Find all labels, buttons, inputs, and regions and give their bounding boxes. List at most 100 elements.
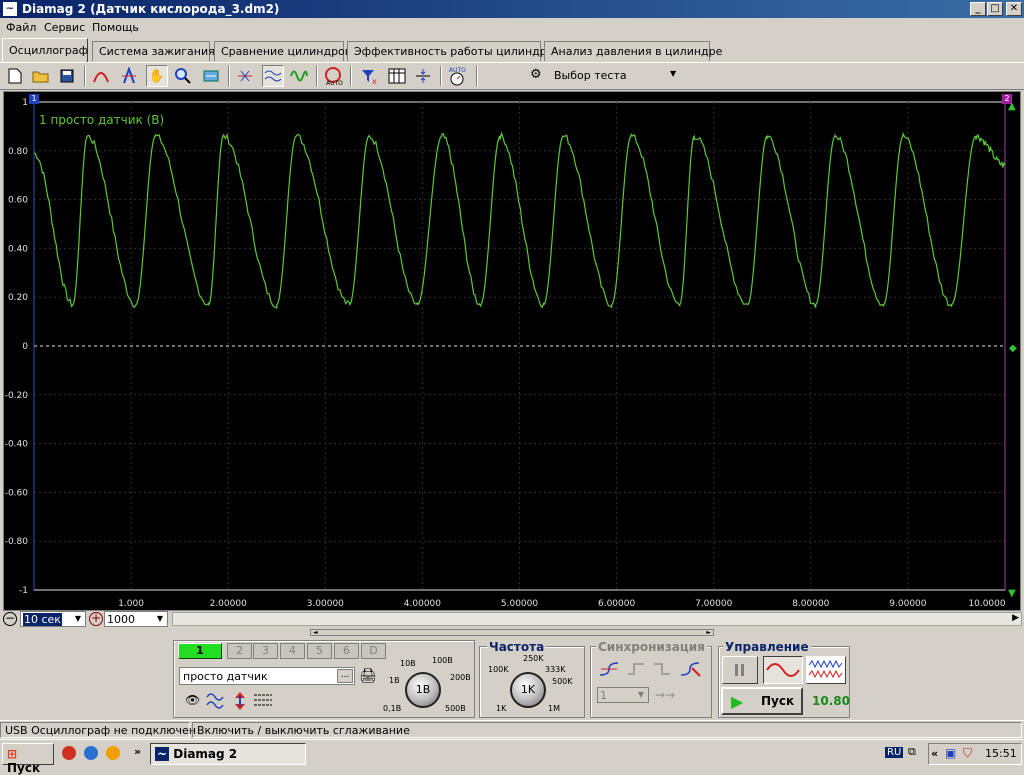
auto-icon[interactable]: AUTO (322, 65, 344, 87)
single-wave-button[interactable] (763, 656, 803, 684)
cursor-arc-icon[interactable] (90, 65, 112, 87)
toolbar: ✋ AUTO x AUTO ⚙ Выбор теста ▼ (0, 62, 1024, 90)
language-indicator[interactable]: RU (885, 747, 904, 758)
system-tray: « ▣ ⛉ 15:51 (928, 743, 1022, 765)
menu-service[interactable]: Сервис (44, 21, 85, 34)
channel-browse-button[interactable]: ... (337, 669, 353, 683)
zoom-out-icon[interactable]: − (3, 612, 17, 626)
tab-cylinder-efficiency[interactable]: Эффективность работы цилиндров (347, 41, 560, 61)
frequency-knob[interactable]: 1K (510, 672, 546, 708)
maximize-button[interactable]: □ (987, 2, 1003, 16)
tray-window-icon[interactable]: ⧉ (908, 745, 916, 759)
save-icon[interactable] (56, 65, 78, 87)
channel-5-button[interactable]: 5 (307, 643, 332, 659)
eye-icon[interactable]: 👁 (185, 693, 200, 707)
time-readout: 10.80 (812, 694, 850, 708)
freq-label-500k: 500K (552, 677, 573, 686)
clock: 15:51 (985, 747, 1017, 760)
continuous-wave-button[interactable] (806, 656, 846, 684)
sync-auto-icon[interactable] (680, 660, 702, 681)
channel-config-icon[interactable]: 🖨 (359, 668, 377, 684)
smoothing-icon[interactable] (262, 65, 284, 87)
sync-down-edge-icon[interactable] (652, 660, 672, 681)
scroll-right-icon[interactable]: ▶ (1012, 613, 1019, 623)
sync-channel-value: 1 (600, 689, 607, 702)
freq-label-1k: 1K (496, 704, 507, 713)
sync-up-edge-icon[interactable] (626, 660, 646, 681)
horizontal-scrollbar[interactable]: ▶ (172, 612, 1022, 626)
channel-d-button[interactable]: D (361, 643, 386, 659)
start-button[interactable]: ▶ Пуск (721, 687, 803, 715)
vertical-offset-icon[interactable] (231, 691, 249, 714)
new-file-icon[interactable] (4, 65, 26, 87)
points-select[interactable]: 1000 ▼ (104, 611, 168, 627)
cursor-1-marker[interactable]: 1 (29, 94, 39, 104)
hand-pan-icon[interactable]: ✋ (146, 65, 168, 87)
svg-text:x: x (372, 77, 377, 85)
taskbar-diamag-button[interactable]: ~ Diamag 2 (150, 743, 306, 765)
pause-button[interactable] (722, 656, 758, 684)
volt-label-500v: 500В (445, 704, 466, 713)
quicklaunch-more-icon[interactable]: » (134, 745, 141, 758)
lines-icon[interactable] (253, 691, 273, 714)
y-tick-label: 0 (22, 342, 28, 352)
panel-splitter[interactable]: ◄ ► (310, 629, 714, 636)
title-bar: ~ Diamag 2 (Датчик кислорода_3.dm2) _ □ … (0, 0, 1024, 18)
start-menu-button[interactable]: ⊞ Пуск (2, 743, 54, 775)
internet-explorer-icon[interactable] (84, 746, 98, 760)
media-player-icon[interactable] (106, 746, 120, 760)
auto-gauge-icon[interactable]: AUTO (446, 65, 468, 87)
menu-help[interactable]: Помощь (92, 21, 139, 34)
channel-name-input[interactable]: просто датчик ... (179, 667, 355, 685)
sync-title: Синхронизация (596, 640, 707, 654)
scope-plot[interactable]: 1 0.80 0.60 0.40 0.20 0 -0.20 -0.40 -0.60 -0.80 -1… (4, 92, 1022, 612)
close-button[interactable]: ✕ (1006, 2, 1022, 16)
split-icon[interactable] (412, 65, 434, 87)
app-icon[interactable]: ~ (2, 1, 18, 17)
zoom-icon[interactable] (172, 65, 194, 87)
y-tick-label: -0.20 (5, 391, 29, 401)
channel-2-button[interactable]: 2 (227, 643, 252, 659)
svg-text:AUTO: AUTO (326, 80, 343, 86)
channel-1-button[interactable]: 1 (178, 643, 222, 659)
tab-oscilloscope[interactable]: Осциллограф (2, 38, 88, 62)
antivirus-shield-icon[interactable]: ⛉ (963, 746, 972, 761)
open-folder-icon[interactable] (30, 65, 52, 87)
x-tick-label: 4.00000 (404, 599, 441, 609)
volt-label-200v: 200В (450, 673, 471, 682)
waveform-icon[interactable] (288, 65, 310, 87)
grid-icon[interactable] (386, 65, 408, 87)
play-icon: ▶ (731, 692, 744, 711)
quicklaunch-app-icon[interactable] (62, 746, 76, 760)
menu-file[interactable]: Файл (6, 21, 36, 34)
test-select[interactable]: ⚙ Выбор теста ▼ (528, 66, 686, 86)
tab-cylinder-compare[interactable]: Сравнение цилиндров (214, 41, 351, 61)
sync-rising-icon[interactable] (599, 660, 619, 681)
channel-4-button[interactable]: 4 (280, 643, 305, 659)
network-icon[interactable]: ▣ (945, 746, 956, 760)
signal-compress-icon[interactable] (234, 65, 256, 87)
channel-6-button[interactable]: 6 (334, 643, 359, 659)
tab-ignition[interactable]: Система зажигания (92, 41, 215, 61)
cursor-up-arrow-icon[interactable]: ▲ (1008, 101, 1016, 112)
filter-icon[interactable]: x (358, 65, 380, 87)
y-tick-label: 0.60 (8, 196, 28, 206)
volts-knob[interactable]: 1В (405, 672, 441, 708)
minimize-button[interactable]: _ (970, 2, 986, 16)
oscilloscope-screen[interactable]: 1 0.80 0.60 0.40 0.20 0 -0.20 -0.40 -0.60 -0.80 -1… (3, 91, 1021, 611)
zero-level-marker-icon[interactable]: ◆ (1009, 343, 1017, 354)
control-title: Управление (723, 640, 811, 654)
wave-invert-icon[interactable] (206, 691, 228, 714)
tab-strip: Осциллограф Система зажигания Сравнение … (0, 38, 1024, 62)
sync-channel-select[interactable]: 1 ▼ (597, 687, 649, 703)
tab-pressure-analysis[interactable]: Анализ давления в цилиндре (544, 41, 722, 61)
zoom-in-icon[interactable]: + (89, 612, 103, 626)
points-value: 1000 (107, 613, 135, 626)
tray-expand-icon[interactable]: « (931, 747, 938, 760)
measure-icon[interactable] (118, 65, 140, 87)
sync-arrows-icon[interactable]: →→ (655, 688, 675, 702)
cursor-down-arrow-icon[interactable]: ▼ (1008, 588, 1016, 599)
channel-3-button[interactable]: 3 (253, 643, 278, 659)
time-base-select[interactable]: 10 сек ▼ (20, 611, 86, 627)
fit-screen-icon[interactable] (200, 65, 222, 87)
